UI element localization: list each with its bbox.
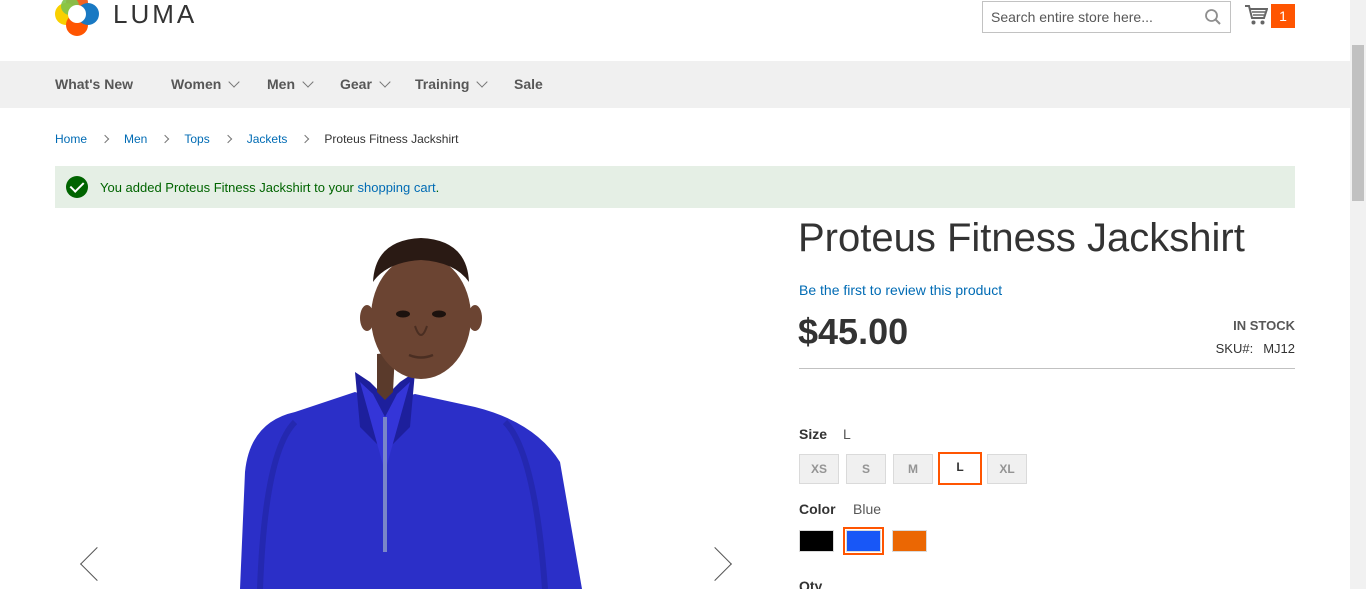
product-image[interactable] bbox=[55, 222, 755, 589]
nav-item-label: Training bbox=[415, 76, 470, 92]
stock-status: IN STOCK bbox=[1233, 318, 1295, 333]
main-navigation: What's New Women Men Gear Training Sale bbox=[0, 61, 1350, 108]
chevron-down-icon bbox=[379, 76, 391, 88]
nav-item-gear[interactable]: Gear bbox=[340, 61, 391, 108]
review-link[interactable]: Be the first to review this product bbox=[799, 282, 1002, 298]
color-swatch-orange[interactable] bbox=[892, 530, 927, 552]
sku-value: MJ12 bbox=[1263, 341, 1295, 356]
size-swatch-l[interactable]: L bbox=[938, 452, 982, 485]
divider bbox=[799, 368, 1295, 369]
size-swatch-xl[interactable]: XL bbox=[987, 454, 1027, 484]
message-text-after: . bbox=[435, 179, 440, 195]
shopping-cart-link[interactable]: shopping cart bbox=[358, 180, 436, 195]
size-swatch-xs[interactable]: XS bbox=[799, 454, 839, 484]
product-price: $45.00 bbox=[798, 311, 909, 352]
product-sku: SKU#: MJ12 bbox=[1216, 341, 1295, 356]
product-title: Proteus Fitness Jackshirt bbox=[798, 216, 1245, 260]
size-selected-value: L bbox=[843, 426, 851, 442]
size-label: Size bbox=[799, 426, 828, 442]
logo-text: LUMA bbox=[113, 0, 198, 29]
breadcrumb-home[interactable]: Home bbox=[55, 132, 87, 146]
nav-item-training[interactable]: Training bbox=[415, 61, 489, 108]
nav-item-label: Gear bbox=[340, 76, 372, 92]
size-swatch-s[interactable]: S bbox=[846, 454, 886, 484]
message-text: You added Proteus Fitness Jackshirt to y… bbox=[100, 180, 439, 195]
product-gallery bbox=[55, 222, 755, 589]
breadcrumb-men[interactable]: Men bbox=[124, 132, 147, 146]
scrollbar-thumb[interactable] bbox=[1352, 45, 1364, 201]
chevron-down-icon bbox=[476, 76, 489, 88]
chevron-down-icon bbox=[228, 76, 240, 88]
chevron-right-icon bbox=[100, 134, 110, 144]
cart-count-badge: 1 bbox=[1271, 4, 1295, 28]
color-swatch-blue[interactable] bbox=[843, 527, 884, 555]
nav-item-whats-new[interactable]: What's New bbox=[55, 61, 133, 108]
color-label: Color bbox=[799, 501, 836, 517]
breadcrumb-current: Proteus Fitness Jackshirt bbox=[324, 132, 459, 146]
shopping-cart-icon bbox=[1245, 5, 1268, 25]
nav-item-label: Women bbox=[171, 76, 222, 92]
nav-item-label: Men bbox=[267, 76, 295, 92]
site-header: LUMA 1 bbox=[0, 0, 1350, 61]
search-input[interactable] bbox=[983, 2, 1193, 32]
luma-logo-icon bbox=[55, 0, 99, 36]
nav-item-label: What's New bbox=[55, 76, 134, 92]
sku-label: SKU#: bbox=[1215, 341, 1254, 356]
success-message: You added Proteus Fitness Jackshirt to y… bbox=[55, 166, 1295, 208]
search-icon[interactable] bbox=[1204, 8, 1222, 26]
store-logo[interactable]: LUMA bbox=[55, 0, 197, 36]
breadcrumb: Home Men Tops Jackets Proteus Fitness Ja… bbox=[55, 132, 458, 146]
chevron-right-icon bbox=[301, 134, 310, 144]
search-box bbox=[982, 1, 1231, 33]
minicart[interactable]: 1 bbox=[1244, 4, 1296, 28]
color-swatch-black[interactable] bbox=[799, 530, 834, 552]
nav-item-sale[interactable]: Sale bbox=[514, 61, 543, 108]
color-selected-value: Blue bbox=[853, 501, 882, 517]
message-text-before: You added Proteus Fitness Jackshirt to y… bbox=[100, 179, 358, 195]
size-swatch-m[interactable]: M bbox=[893, 454, 933, 484]
breadcrumb-tops[interactable]: Tops bbox=[184, 132, 209, 146]
qty-label: Qty bbox=[799, 578, 823, 589]
chevron-right-icon bbox=[161, 134, 170, 144]
breadcrumb-jackets[interactable]: Jackets bbox=[247, 132, 288, 146]
chevron-right-icon bbox=[223, 134, 232, 144]
page-scrollbar[interactable] bbox=[1350, 0, 1366, 589]
chevron-down-icon bbox=[302, 76, 314, 88]
nav-item-label: Sale bbox=[514, 76, 543, 92]
nav-item-women[interactable]: Women bbox=[171, 61, 240, 108]
checkmark-icon bbox=[66, 176, 88, 198]
nav-item-men[interactable]: Men bbox=[267, 61, 314, 108]
